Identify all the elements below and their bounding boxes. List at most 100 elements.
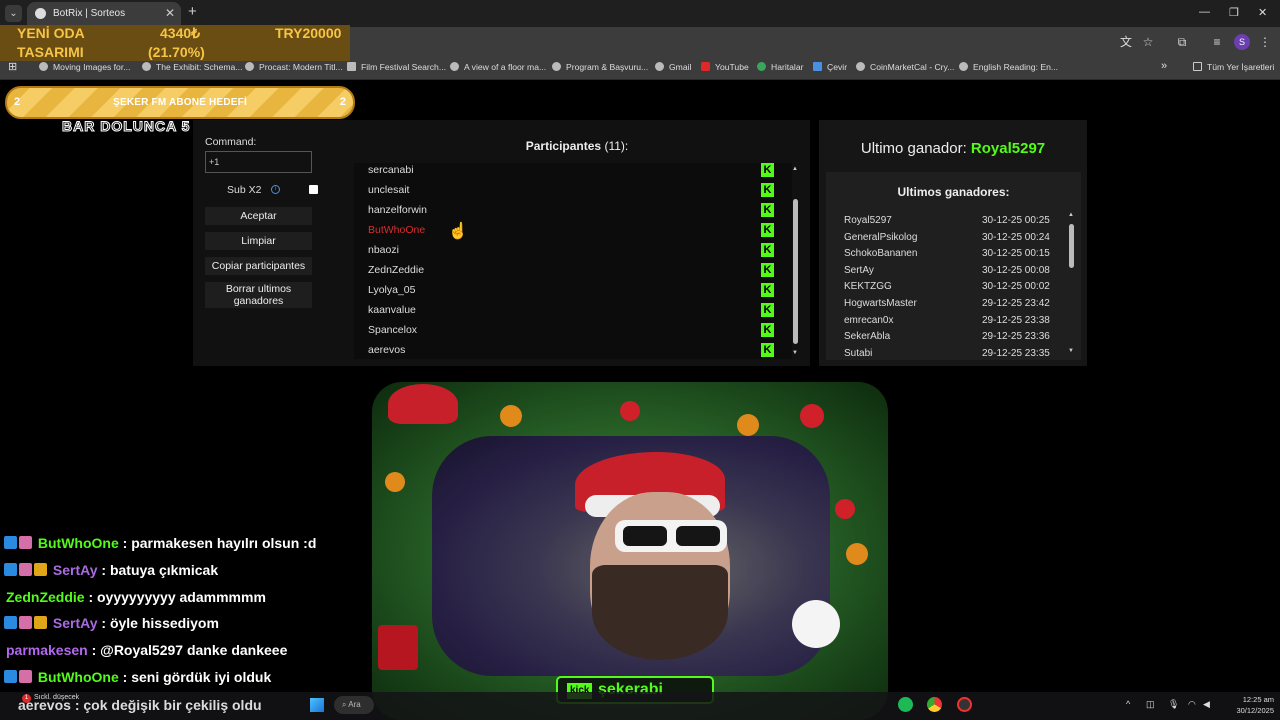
accept-button[interactable]: Aceptar bbox=[205, 207, 312, 225]
list-item[interactable]: ZednZeddie K bbox=[354, 262, 792, 282]
bookmark-item[interactable]: A view of a floor ma... bbox=[450, 62, 546, 72]
browser-menu-icon[interactable]: ⋮ bbox=[1258, 35, 1272, 49]
list-item[interactable]: ButWhoOne K bbox=[354, 222, 792, 242]
list-item[interactable]: Spancelox K bbox=[354, 322, 792, 342]
winner-time: 30-12-25 00:25 bbox=[982, 215, 1050, 226]
minimize-icon[interactable]: — bbox=[1199, 6, 1210, 18]
list-item[interactable]: kaanvalue K bbox=[354, 302, 792, 322]
tray-app-icon[interactable]: ◫ bbox=[1146, 699, 1155, 710]
winner-name: SertAy bbox=[844, 265, 874, 276]
info-icon[interactable]: i bbox=[271, 185, 280, 194]
winners-title: Ultimos ganadores: bbox=[897, 185, 1010, 199]
bookmark-star-icon[interactable]: ☆ bbox=[1141, 35, 1155, 49]
bookmark-item[interactable]: Procast: Modern Titl... bbox=[245, 62, 343, 72]
participants-scrollbar[interactable]: ▲ ▼ bbox=[792, 166, 800, 359]
extensions-icon[interactable]: ⧉ bbox=[1175, 35, 1189, 49]
wifi-icon[interactable]: ◠ bbox=[1188, 699, 1196, 710]
winner-time: 29-12-25 23:42 bbox=[982, 298, 1050, 309]
windows-start-icon[interactable] bbox=[310, 698, 324, 712]
ornament-icon bbox=[737, 414, 759, 436]
search-placeholder: Ara bbox=[348, 700, 361, 709]
bookmark-item[interactable]: English Reading: En... bbox=[959, 62, 1058, 72]
bookmark-maps[interactable]: Haritalar bbox=[757, 62, 803, 72]
winners-list: Ultimos ganadores: Royal5297 30-12-25 00:… bbox=[826, 172, 1081, 360]
restore-icon[interactable]: ❐ bbox=[1229, 6, 1239, 19]
bookmark-item[interactable]: Moving Images for... bbox=[39, 62, 130, 72]
kick-icon: K bbox=[761, 203, 774, 217]
bookmark-item[interactable]: CoinMarketCal - Cry... bbox=[856, 62, 954, 72]
list-item[interactable]: sercanabi K bbox=[354, 163, 792, 182]
volume-icon[interactable]: ◀ bbox=[1203, 699, 1210, 710]
winner-name: SekerAbla bbox=[844, 331, 891, 342]
bookmark-item[interactable]: Program & Başvuru... bbox=[552, 62, 648, 72]
winner-name: Sutabi bbox=[844, 348, 873, 359]
sub-x2-checkbox[interactable] bbox=[309, 185, 318, 194]
winner-name: KEKTZGG bbox=[844, 281, 892, 292]
clear-button[interactable]: Limpiar bbox=[205, 232, 312, 250]
copy-participants-button[interactable]: Copiar participantes bbox=[205, 257, 312, 275]
participant-name: kaanvalue bbox=[368, 304, 416, 316]
bookmarks-overflow-icon[interactable]: » bbox=[1161, 60, 1167, 72]
chat-text: : öyle hissediyom bbox=[101, 615, 219, 631]
mouse-cursor-icon: ☝ bbox=[448, 223, 468, 240]
bookmark-youtube[interactable]: YouTube bbox=[701, 62, 749, 72]
list-item[interactable]: aerevos K bbox=[354, 342, 792, 359]
chat-message: SertAy : batuya çıkmicak bbox=[4, 562, 218, 584]
window-close-icon[interactable]: ✕ bbox=[1258, 6, 1267, 19]
chat-message: ZednZeddie : oyyyyyyyyy adammmmm bbox=[6, 589, 266, 611]
chat-message: parmakesen : @Royal5297 danke dankeee bbox=[6, 642, 287, 664]
winner-row: SchokoBananen 30-12-25 00:15 bbox=[844, 248, 1069, 264]
scroll-down-icon[interactable]: ▼ bbox=[792, 350, 798, 356]
spotify-icon[interactable] bbox=[898, 697, 913, 712]
participant-name: aerevos bbox=[368, 344, 406, 356]
command-input[interactable] bbox=[205, 151, 312, 173]
chat-username: SertAy bbox=[52, 562, 98, 578]
delete-last-winners-button[interactable]: Borrar ultimos ganadores bbox=[205, 282, 312, 308]
profile-avatar[interactable]: S bbox=[1234, 34, 1250, 50]
bookmark-item[interactable]: The Exhibit: Schema... bbox=[142, 62, 242, 72]
all-bookmarks-folder[interactable]: Tüm Yer İşaretleri bbox=[1193, 62, 1274, 72]
browser-tab[interactable]: BotRix | Sorteos ✕ bbox=[27, 2, 181, 27]
obs-icon[interactable] bbox=[957, 697, 972, 712]
microphone-icon[interactable]: 🎙 bbox=[1168, 699, 1179, 710]
left-lens bbox=[623, 526, 667, 546]
ornament-icon bbox=[846, 543, 868, 565]
bookmark-item[interactable]: Film Festival Search... bbox=[347, 62, 446, 72]
participant-name: hanzelforwin bbox=[368, 204, 427, 216]
ornament-icon bbox=[500, 405, 522, 427]
bookmark-favicon-icon bbox=[245, 62, 254, 71]
kick-icon: K bbox=[761, 323, 774, 337]
list-item[interactable]: hanzelforwin K bbox=[354, 202, 792, 222]
list-item[interactable]: Lyolya_05 K bbox=[354, 282, 792, 302]
bookmark-translate[interactable]: Çevir bbox=[813, 62, 847, 72]
participant-name: Spancelox bbox=[368, 324, 418, 336]
apps-grid-icon[interactable]: ⊞ bbox=[8, 60, 17, 73]
ornament-icon bbox=[800, 404, 824, 428]
taskbar-search[interactable]: ⌕ Ara bbox=[334, 696, 374, 714]
media-icon[interactable]: ≡ bbox=[1210, 35, 1224, 49]
scroll-down-icon[interactable]: ▼ bbox=[1068, 348, 1074, 354]
tray-overflow-icon[interactable]: ^ bbox=[1126, 699, 1130, 709]
participants-list[interactable]: sercanabi K unclesait K hanzelforwin K ButW… bbox=[354, 163, 792, 359]
winner-row: GeneralPsikolog 30-12-25 00:24 bbox=[844, 232, 1069, 248]
list-item[interactable]: nbaozi K bbox=[354, 242, 792, 262]
screen: ⌄ BotRix | Sorteos ✕ + — ❐ ✕ 文 ☆ ⧉ ≡ S ⋮… bbox=[0, 0, 1280, 720]
winners-scrollbar[interactable]: ▲ ▼ bbox=[1068, 212, 1076, 357]
new-tab-icon[interactable]: + bbox=[188, 3, 197, 20]
scrollbar-thumb[interactable] bbox=[793, 199, 798, 344]
bookmark-gmail[interactable]: Gmail bbox=[655, 62, 691, 72]
scroll-up-icon[interactable]: ▲ bbox=[1068, 212, 1074, 218]
scroll-up-icon[interactable]: ▲ bbox=[792, 166, 798, 172]
translate-icon[interactable]: 文 bbox=[1119, 35, 1133, 49]
scrollbar-thumb[interactable] bbox=[1069, 224, 1074, 268]
weather-widget[interactable]: Sıckl. düşecek bbox=[34, 694, 79, 701]
tab-close-icon[interactable]: ✕ bbox=[165, 6, 175, 20]
chat-text: : seni gördük iyi olduk bbox=[122, 669, 272, 685]
ornament-icon bbox=[620, 401, 640, 421]
system-clock[interactable]: 12:25 am 30/12/2025 bbox=[1222, 694, 1274, 716]
clock-time: 12:25 am bbox=[1242, 695, 1274, 704]
chrome-icon[interactable] bbox=[927, 697, 942, 712]
tab-search-chevron-icon[interactable]: ⌄ bbox=[5, 5, 22, 22]
gift-badge-icon bbox=[19, 536, 32, 549]
list-item[interactable]: unclesait K bbox=[354, 182, 792, 202]
